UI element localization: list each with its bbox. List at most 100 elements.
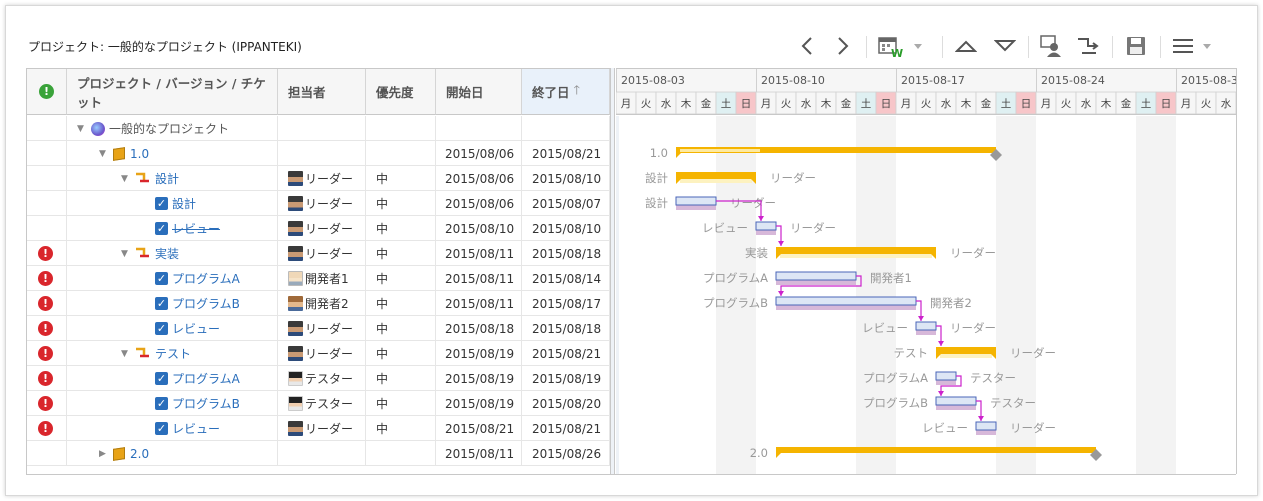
priority-value: 中 — [376, 197, 389, 211]
expand-button[interactable] — [993, 33, 1017, 59]
checkbox-icon[interactable]: ✓ — [155, 322, 168, 335]
checkbox-icon[interactable]: ✓ — [155, 297, 168, 310]
collapse-toggle-icon[interactable]: ▼ — [121, 174, 133, 184]
day-label: 土 — [861, 97, 872, 110]
table-row[interactable]: ▼ 設計 リーダー 中 2015/08/06 2015/08/10 — [27, 166, 610, 191]
cell-priority: 中 — [366, 241, 436, 266]
checkbox-icon[interactable]: ✓ — [155, 397, 168, 410]
weekend-column — [856, 116, 876, 474]
ticket-link[interactable]: 実装 — [155, 245, 179, 262]
collapse-toggle-icon[interactable]: ▼ — [99, 149, 111, 159]
calendar-button[interactable]: W — [876, 33, 926, 59]
end-date: 2015/08/21 — [532, 421, 602, 436]
table-row[interactable]: ▼ 1.0 2015/08/06 2015/08/21 — [27, 141, 610, 166]
column-assignee[interactable]: 担当者 — [278, 69, 366, 115]
ticket-link[interactable]: 設計 — [155, 170, 179, 187]
ticket-link[interactable]: プログラムA — [172, 370, 240, 387]
column-alert[interactable]: ! — [27, 69, 67, 115]
ticket-link[interactable]: 設計 — [172, 195, 196, 212]
gantt-bar-parent[interactable] — [676, 172, 756, 184]
table-row[interactable]: ! ▼ テスト リーダー 中 2015/08/19 2015/08/21 — [27, 341, 610, 366]
triangle-up-icon — [955, 40, 977, 52]
ticket-link[interactable]: テスト — [155, 345, 191, 362]
cell-priority — [366, 141, 436, 166]
splitter-handle[interactable] — [610, 68, 615, 474]
menu-button[interactable] — [1170, 33, 1220, 59]
checkbox-icon[interactable]: ✓ — [155, 372, 168, 385]
ticket-link[interactable]: プログラムA — [172, 270, 240, 287]
cell-assignee: テスター — [278, 366, 366, 391]
alert-icon: ! — [38, 321, 53, 336]
avatar — [288, 271, 303, 286]
table-row[interactable]: ! ✓ プログラムA 開発者1 中 2015/08/11 2015/08/14 — [27, 266, 610, 291]
gantt-bar-task[interactable] — [935, 371, 957, 385]
prev-button[interactable] — [796, 33, 818, 59]
ticket-link[interactable]: プログラムB — [172, 395, 240, 412]
gantt-bar-task[interactable] — [915, 321, 937, 335]
project-name: 一般的なプロジェクト — [109, 122, 230, 136]
ticket-link[interactable]: 1.0 — [130, 147, 149, 161]
gantt-bar-task[interactable] — [975, 421, 997, 435]
checkbox-icon[interactable]: ✓ — [155, 222, 168, 235]
next-button[interactable] — [832, 33, 854, 59]
table-row[interactable]: ! ✓ プログラムB テスター 中 2015/08/19 2015/08/20 — [27, 391, 610, 416]
gantt-edge — [616, 116, 619, 474]
day-label: 水 — [661, 98, 672, 110]
column-name[interactable]: プロジェクト / バージョン / チケット — [67, 69, 278, 115]
alert-header-icon: ! — [39, 84, 54, 99]
task-bar-under — [916, 330, 936, 335]
triangle-down-icon — [994, 40, 1016, 52]
ticket-link[interactable]: レビュー — [172, 220, 220, 237]
collapse-toggle-icon[interactable]: ▼ — [121, 349, 133, 359]
table-row[interactable]: ! ✓ レビュー リーダー 中 2015/08/18 2015/08/18 — [27, 316, 610, 341]
collapse-toggle-icon[interactable]: ▼ — [121, 249, 133, 259]
cell-start: 2015/08/11 — [436, 241, 522, 266]
column-end[interactable]: 終了日 🡑 — [522, 69, 610, 115]
table-row[interactable]: ✓ 設計 リーダー 中 2015/08/06 2015/08/07 — [27, 191, 610, 216]
critical-path-button[interactable] — [1075, 33, 1101, 59]
ticket-link[interactable]: プログラムB — [172, 295, 240, 312]
gantt-bar-task[interactable] — [935, 396, 977, 410]
cell-start: 2015/08/11 — [436, 291, 522, 316]
column-priority[interactable]: 優先度 — [366, 69, 436, 115]
resource-button[interactable] — [1038, 33, 1064, 59]
bar-left-label: レビュー — [862, 321, 908, 335]
table-row[interactable]: ! ✓ プログラムA テスター 中 2015/08/19 2015/08/19 — [27, 366, 610, 391]
table-row[interactable]: ✓ レビュー リーダー 中 2015/08/10 2015/08/10 — [27, 216, 610, 241]
table-row[interactable]: ! ✓ プログラムB 開発者2 中 2015/08/11 2015/08/17 — [27, 291, 610, 316]
table-row[interactable]: ▼ 一般的なプロジェクト — [27, 116, 610, 141]
weekend-column — [736, 116, 756, 474]
save-button[interactable] — [1124, 33, 1148, 59]
weekend-column — [1136, 116, 1156, 474]
ticket-link[interactable]: レビュー — [172, 420, 220, 437]
gantt-bar-task[interactable] — [775, 271, 857, 285]
priority-value: 中 — [376, 172, 389, 186]
ticket-link[interactable]: レビュー — [172, 320, 220, 337]
collapse-button[interactable] — [954, 33, 978, 59]
table-row[interactable]: ▶ 2.0 2015/08/11 2015/08/26 — [27, 441, 610, 466]
checkbox-icon[interactable]: ✓ — [155, 272, 168, 285]
table-row[interactable]: ! ✓ レビュー リーダー 中 2015/08/21 2015/08/21 — [27, 416, 610, 441]
gantt-bar-parent[interactable] — [776, 247, 936, 259]
day-label: 土 — [1001, 97, 1012, 110]
table-row[interactable]: ! ▼ 実装 リーダー 中 2015/08/11 2015/08/18 — [27, 241, 610, 266]
gantt-bar-version[interactable] — [776, 447, 1102, 461]
column-start[interactable]: 開始日 — [436, 69, 522, 115]
gantt-bar-task[interactable] — [775, 296, 917, 310]
bar-left-label: プログラムB — [703, 296, 768, 310]
dependency-arrow-icon — [918, 316, 924, 321]
day-label: 木 — [681, 98, 692, 110]
expand-toggle-icon[interactable]: ▶ — [99, 449, 111, 459]
gantt-bar-task[interactable] — [755, 221, 777, 235]
collapse-toggle-icon[interactable]: ▼ — [77, 124, 89, 134]
cell-name: ✓ レビュー — [67, 416, 278, 441]
gantt-bar-parent[interactable] — [936, 347, 996, 359]
avatar — [288, 371, 303, 386]
sort-asc-icon: 🡑 — [573, 82, 581, 97]
checkbox-icon[interactable]: ✓ — [155, 422, 168, 435]
gantt-bar-task[interactable] — [675, 196, 717, 210]
checkbox-icon[interactable]: ✓ — [155, 197, 168, 210]
day-label: 火 — [1201, 98, 1212, 110]
ticket-link[interactable]: 2.0 — [130, 447, 149, 461]
assignee-name: リーダー — [305, 197, 354, 211]
